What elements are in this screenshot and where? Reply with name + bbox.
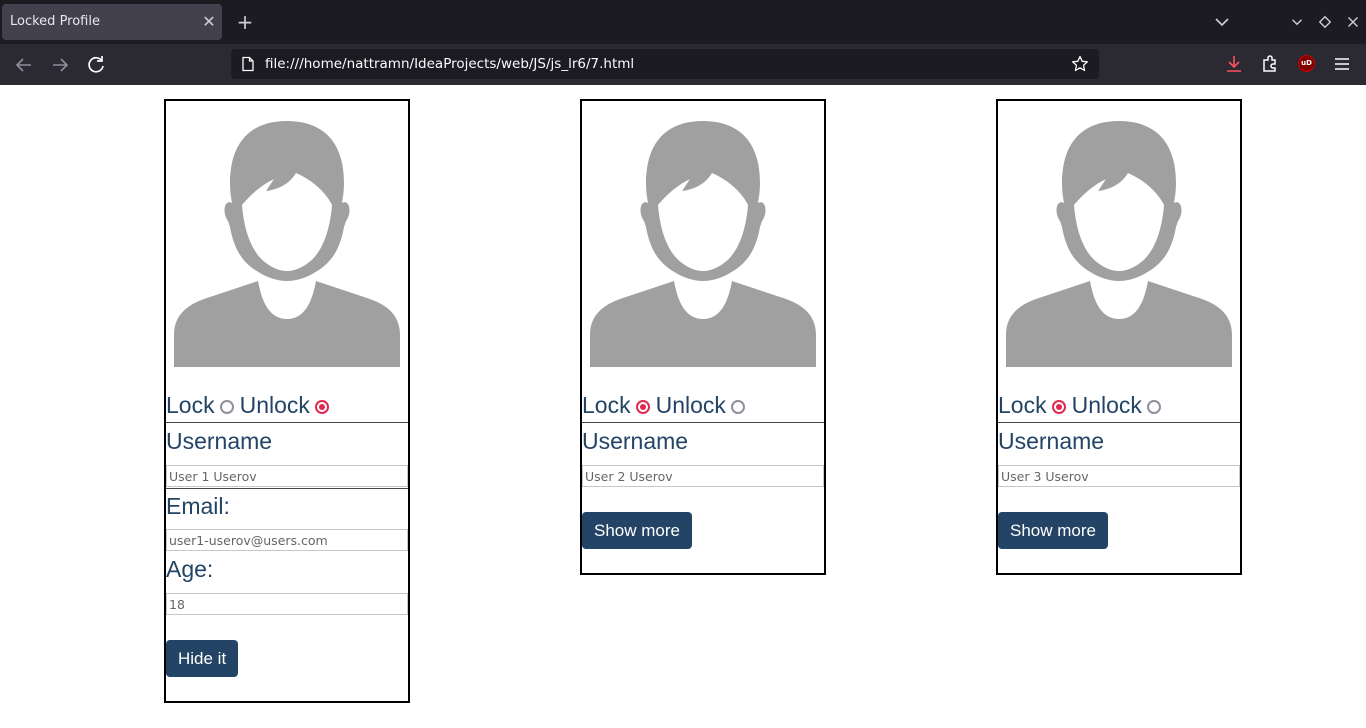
address-bar[interactable]: file:///home/nattramn/IdeaProjects/web/J… — [231, 49, 1099, 79]
list-all-tabs-icon[interactable] — [1212, 12, 1232, 32]
email-label: Email: — [166, 493, 230, 519]
maximize-icon[interactable] — [1318, 15, 1333, 30]
close-window-icon[interactable] — [1346, 15, 1361, 30]
unlock-label: Unlock — [1071, 392, 1142, 418]
back-arrow-icon[interactable] — [12, 53, 36, 77]
show-more-button[interactable]: Show more — [998, 512, 1108, 549]
lock-row: Lock Unlock — [998, 367, 1240, 422]
profile-card-1: Lock Unlock Username Email: Age: Hide it — [164, 99, 410, 703]
username-label: Username — [998, 428, 1105, 454]
forward-arrow-icon[interactable] — [48, 53, 72, 77]
unlock-radio[interactable] — [1146, 399, 1161, 414]
browser-tab[interactable]: Locked Profile ✕ — [2, 4, 222, 40]
username-field[interactable] — [582, 465, 824, 487]
hide-it-button[interactable]: Hide it — [166, 640, 239, 677]
reload-icon[interactable] — [84, 53, 108, 77]
lock-radio[interactable] — [1051, 399, 1066, 414]
avatar-icon — [174, 121, 400, 367]
new-tab-icon[interactable]: + — [235, 10, 255, 34]
email-field[interactable] — [166, 529, 408, 551]
unlock-label: Unlock — [655, 392, 726, 418]
unlock-label: Unlock — [239, 392, 310, 418]
unlock-radio[interactable] — [730, 399, 745, 414]
lock-label: Lock — [998, 392, 1047, 418]
username-field[interactable] — [166, 465, 408, 487]
lock-radio[interactable] — [219, 399, 234, 414]
tab-bar: Locked Profile ✕ + — [0, 0, 1366, 44]
url-text[interactable]: file:///home/nattramn/IdeaProjects/web/J… — [265, 56, 634, 72]
nav-bar: file:///home/nattramn/IdeaProjects/web/J… — [0, 44, 1366, 85]
lock-label: Lock — [582, 392, 631, 418]
age-label: Age: — [166, 556, 214, 582]
menu-icon[interactable] — [1332, 54, 1352, 74]
lock-label: Lock — [166, 392, 215, 418]
download-icon[interactable] — [1224, 54, 1244, 74]
avatar-icon — [590, 121, 816, 367]
profile-card-2: Lock Unlock Username Show more — [580, 99, 826, 575]
page-icon — [240, 56, 256, 72]
profile-card-3: Lock Unlock Username Show more — [996, 99, 1242, 575]
bookmark-star-icon[interactable] — [1071, 55, 1089, 73]
lock-row: Lock Unlock — [166, 367, 408, 422]
username-field[interactable] — [998, 465, 1240, 487]
unlock-radio[interactable] — [314, 399, 329, 414]
lock-row: Lock Unlock — [582, 367, 824, 422]
tab-title: Locked Profile — [10, 14, 100, 29]
extensions-icon[interactable] — [1260, 54, 1280, 74]
tab-close-icon[interactable]: ✕ — [201, 12, 217, 32]
ublock-origin-icon[interactable]: uD — [1298, 55, 1315, 72]
show-more-button[interactable]: Show more — [582, 512, 692, 549]
age-field[interactable] — [166, 593, 408, 615]
username-label: Username — [582, 428, 689, 454]
minimize-chevron-icon[interactable] — [1290, 15, 1305, 30]
username-label: Username — [166, 428, 273, 454]
avatar-icon — [1006, 121, 1232, 367]
lock-radio[interactable] — [635, 399, 650, 414]
